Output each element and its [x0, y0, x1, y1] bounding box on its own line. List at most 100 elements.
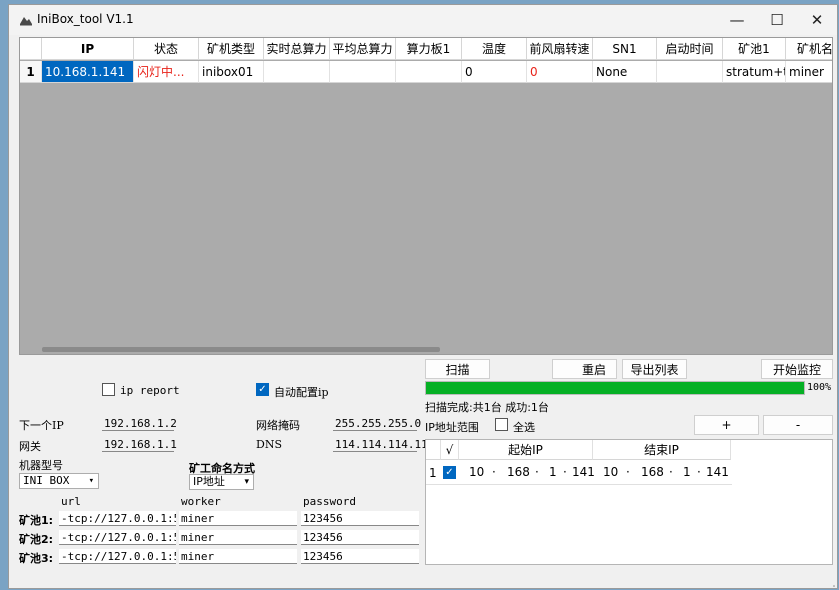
export-list-button[interactable]: 导出列表 [622, 359, 687, 379]
cell-average-hashrate[interactable] [330, 61, 396, 83]
remove-range-button[interactable]: - [763, 415, 833, 435]
dns-value[interactable]: 114.114.114.114 [333, 438, 434, 452]
cell-miner-name[interactable]: miner [786, 61, 832, 83]
next-ip-label: 下一个IP [19, 419, 64, 432]
restart-button[interactable]: 重启 [552, 359, 617, 379]
close-button[interactable]: ✕ [797, 5, 837, 35]
cell-sn1[interactable]: None [593, 61, 657, 83]
cell-fan-speed[interactable]: 0 [527, 61, 593, 83]
column-header-pool-1[interactable]: 矿池1 [723, 38, 786, 60]
cell-realtime-hashrate[interactable] [264, 61, 330, 83]
machine-model-label: 机器型号 [19, 459, 63, 472]
ip-range-header-check: √ [441, 440, 459, 460]
naming-method-select[interactable]: IP地址 ▾ [189, 474, 254, 490]
ip-report-label: ip report [120, 384, 180, 397]
pool-3-url-input[interactable]: -tcp://127.0.0.1:55556 [59, 549, 176, 564]
ip-range-header-end: 结束IP [593, 440, 731, 460]
pool-3-label: 矿池3: [19, 552, 54, 565]
grid-horizontal-scrollbar[interactable] [42, 347, 440, 352]
column-header-status[interactable]: 状态 [134, 38, 199, 60]
column-header-temperature[interactable]: 温度 [462, 38, 527, 60]
ip-separator: · [626, 465, 630, 479]
add-range-button[interactable]: + [694, 415, 759, 435]
pool-1-worker-input[interactable]: miner [179, 511, 297, 526]
gateway-value[interactable]: 192.168.1.1 [102, 438, 177, 452]
start-ip-octet-3: 1 [549, 465, 557, 479]
ip-separator: · [669, 465, 673, 479]
pool-1-label: 矿池1: [19, 514, 54, 527]
chevron-down-icon: ▾ [88, 476, 94, 486]
cell-status[interactable]: 闪灯中... [134, 61, 199, 83]
column-header-miner-type[interactable]: 矿机类型 [199, 38, 264, 60]
end-ip-octet-3: 1 [683, 465, 691, 479]
check-icon: ✓ [445, 466, 454, 478]
pool-3-password-input[interactable]: 123456 [301, 549, 419, 564]
column-header-average-hashrate[interactable]: 平均总算力 [330, 38, 396, 60]
pool-url-header: url [61, 495, 81, 508]
pool-password-header: password [303, 495, 356, 508]
column-header-miner-name[interactable]: 矿机名 [786, 38, 832, 60]
start-ip-input[interactable]: 10 · 168 · 1 · 141 [459, 465, 595, 481]
column-header-start-time[interactable]: 启动时间 [657, 38, 723, 60]
start-ip-octet-2: 168 [507, 465, 530, 479]
ip-range-row[interactable]: 1 ✓ 10 · 168 · 1 · 141 10 · 168 · 1 · 14… [426, 461, 732, 485]
scan-progress-bar [425, 381, 805, 395]
ip-separator: · [697, 465, 701, 479]
scan-progress-fill [426, 382, 804, 394]
cell-ip[interactable]: 10.168.1.141 [42, 61, 134, 83]
next-ip-value[interactable]: 192.168.1.2 [102, 417, 177, 431]
pool-1-url-input[interactable]: -tcp://127.0.0.1:55556 [59, 511, 176, 526]
auto-config-ip-checkbox[interactable]: ✓ [256, 383, 269, 396]
ip-range-label: IP地址范围 [425, 421, 479, 434]
resize-grip-icon[interactable] [827, 579, 835, 587]
column-header-hashboard-1[interactable]: 算力板1 [396, 38, 462, 60]
netmask-value[interactable]: 255.255.255.0 [333, 417, 421, 431]
pool-2-worker-input[interactable]: miner [179, 530, 297, 545]
end-ip-octet-4: 141 [706, 465, 729, 479]
netmask-label: 网络掩码 [256, 419, 300, 432]
column-header-sn1[interactable]: SN1 [593, 38, 657, 60]
pool-1-password-input[interactable]: 123456 [301, 511, 419, 526]
app-logo-icon [19, 14, 33, 26]
ip-separator: · [492, 465, 496, 479]
ip-report-checkbox[interactable] [102, 383, 115, 396]
row-index: 1 [20, 61, 42, 83]
auto-config-ip-label: 自动配置ip [274, 386, 329, 399]
pool-2-label: 矿池2: [19, 533, 54, 546]
column-header-ip[interactable]: IP ^ [42, 38, 134, 60]
gateway-label: 网关 [19, 440, 41, 453]
ip-range-header-start: 起始IP [459, 440, 593, 460]
app-window: IniBox_tool V1.1 — ☐ ✕ IP ^ 状态 矿机类型 实时总算… [8, 4, 838, 589]
cell-miner-type[interactable]: inibox01 [199, 61, 264, 83]
pool-2-password-input[interactable]: 123456 [301, 530, 419, 545]
pool-3-worker-input[interactable]: miner [179, 549, 297, 564]
start-ip-octet-1: 10 [469, 465, 485, 479]
cell-pool-1[interactable]: stratum+t... [723, 61, 786, 83]
dns-label: DNS [256, 438, 282, 451]
start-ip-octet-4: 141 [572, 465, 595, 479]
column-header-fan-speed[interactable]: 前风扇转速 [527, 38, 593, 60]
title-bar: IniBox_tool V1.1 — ☐ ✕ [9, 5, 837, 35]
pool-2-url-input[interactable]: -tcp://127.0.0.1:55556 [59, 530, 176, 545]
select-all-label: 全选 [513, 421, 535, 434]
sort-arrow-icon: ^ [82, 38, 90, 43]
cell-start-time[interactable] [657, 61, 723, 83]
maximize-button[interactable]: ☐ [757, 5, 797, 35]
minimize-button[interactable]: — [717, 5, 757, 35]
column-header-realtime-hashrate[interactable]: 实时总算力 [264, 38, 330, 60]
miner-grid[interactable]: IP ^ 状态 矿机类型 实时总算力 平均总算力 算力板1 温度 前风扇转速 S… [19, 37, 833, 355]
end-ip-input[interactable]: 10 · 168 · 1 · 141 [593, 465, 731, 481]
ip-range-table[interactable]: √ 起始IP 结束IP 1 ✓ 10 · 168 · 1 · 141 10 · … [425, 439, 833, 565]
window-title: IniBox_tool V1.1 [37, 12, 134, 26]
ip-range-row-checkbox[interactable]: ✓ [443, 466, 456, 479]
end-ip-octet-2: 168 [641, 465, 664, 479]
start-monitor-button[interactable]: 开始监控 [761, 359, 833, 379]
scan-button[interactable]: 扫描 [425, 359, 490, 379]
select-all-checkbox[interactable] [495, 418, 508, 431]
end-ip-octet-1: 10 [603, 465, 619, 479]
cell-hashboard-1[interactable] [396, 61, 462, 83]
machine-model-select[interactable]: INI BOX ▾ [19, 473, 99, 489]
grid-corner [20, 38, 42, 60]
cell-temperature[interactable]: 0 [462, 61, 527, 83]
ip-separator: · [535, 465, 539, 479]
